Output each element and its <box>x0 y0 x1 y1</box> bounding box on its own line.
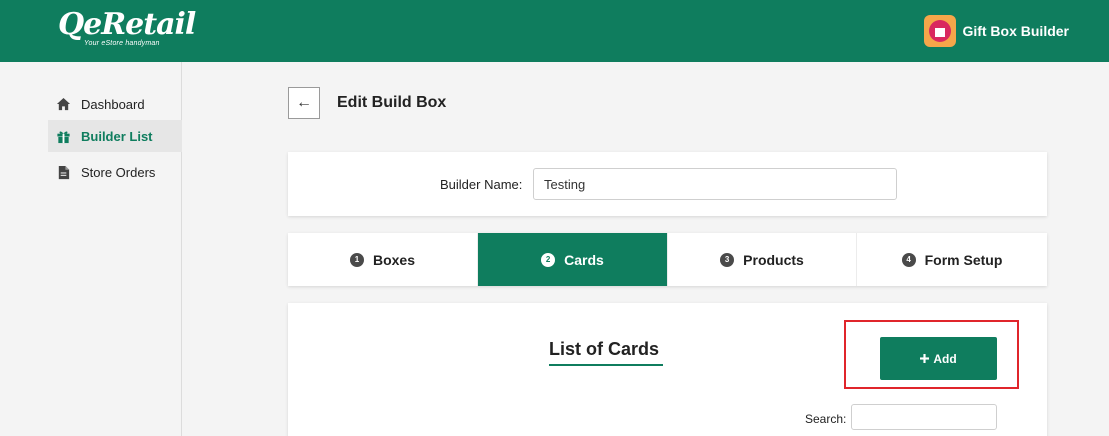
search-label: Search: <box>805 412 847 426</box>
arrow-left-icon: ← <box>296 94 312 111</box>
builder-name-input[interactable] <box>533 168 897 200</box>
tab-form-setup[interactable]: 4 Form Setup <box>857 233 1047 286</box>
cards-list-panel: List of Cards Add Search: <box>288 303 1047 436</box>
gift-box-app-icon <box>924 15 957 47</box>
builder-name-label: Builder Name: <box>440 177 523 192</box>
document-icon <box>58 165 70 179</box>
tab-label: Products <box>743 251 804 268</box>
logo-text: QeRetail <box>58 7 196 42</box>
sidebar-item-dashboard[interactable]: Dashboard <box>48 88 182 120</box>
plus-icon <box>920 354 930 363</box>
add-button-label: Add <box>933 351 957 366</box>
builder-name-card: Builder Name: <box>288 152 1047 216</box>
sidebar-item-label: Builder List <box>81 128 153 144</box>
step-number-badge: 2 <box>541 252 556 267</box>
tab-label: Form Setup <box>924 251 1003 268</box>
gift-icon <box>57 131 70 143</box>
step-number-badge: 1 <box>349 252 364 267</box>
search-input[interactable] <box>851 404 997 430</box>
top-header: QeRetail Your eStore handyman Gift Box B… <box>0 0 1109 62</box>
builder-steps-tabs: 1 Boxes 2 Cards 3 Products 4 Form Setup <box>288 233 1047 286</box>
add-card-button[interactable]: Add <box>880 337 997 380</box>
sidebar-item-builder-list[interactable]: Builder List <box>48 120 182 152</box>
sidebar-item-store-orders[interactable]: Store Orders <box>48 156 182 188</box>
back-button[interactable]: ← <box>288 87 320 119</box>
sidebar-item-label: Dashboard <box>81 96 145 112</box>
tab-products[interactable]: 3 Products <box>668 233 857 286</box>
page-title: Edit Build Box <box>337 94 447 111</box>
step-number-badge: 4 <box>901 252 916 267</box>
step-number-badge: 3 <box>720 252 735 267</box>
tab-boxes[interactable]: 1 Boxes <box>288 233 478 286</box>
sidebar: Dashboard Builder List Store Orders <box>0 62 182 436</box>
tab-label: Boxes <box>372 251 416 268</box>
app-title: Gift Box Builder <box>962 23 1069 39</box>
home-icon <box>56 97 71 110</box>
sidebar-item-label: Store Orders <box>81 164 156 180</box>
list-title: List of Cards <box>549 339 660 359</box>
tab-label: Cards <box>564 251 604 268</box>
tab-cards[interactable]: 2 Cards <box>478 233 668 286</box>
app-brand[interactable]: Gift Box Builder <box>924 15 1069 47</box>
app-logo[interactable]: QeRetail Your eStore handyman <box>58 7 196 48</box>
title-underline <box>549 364 663 366</box>
